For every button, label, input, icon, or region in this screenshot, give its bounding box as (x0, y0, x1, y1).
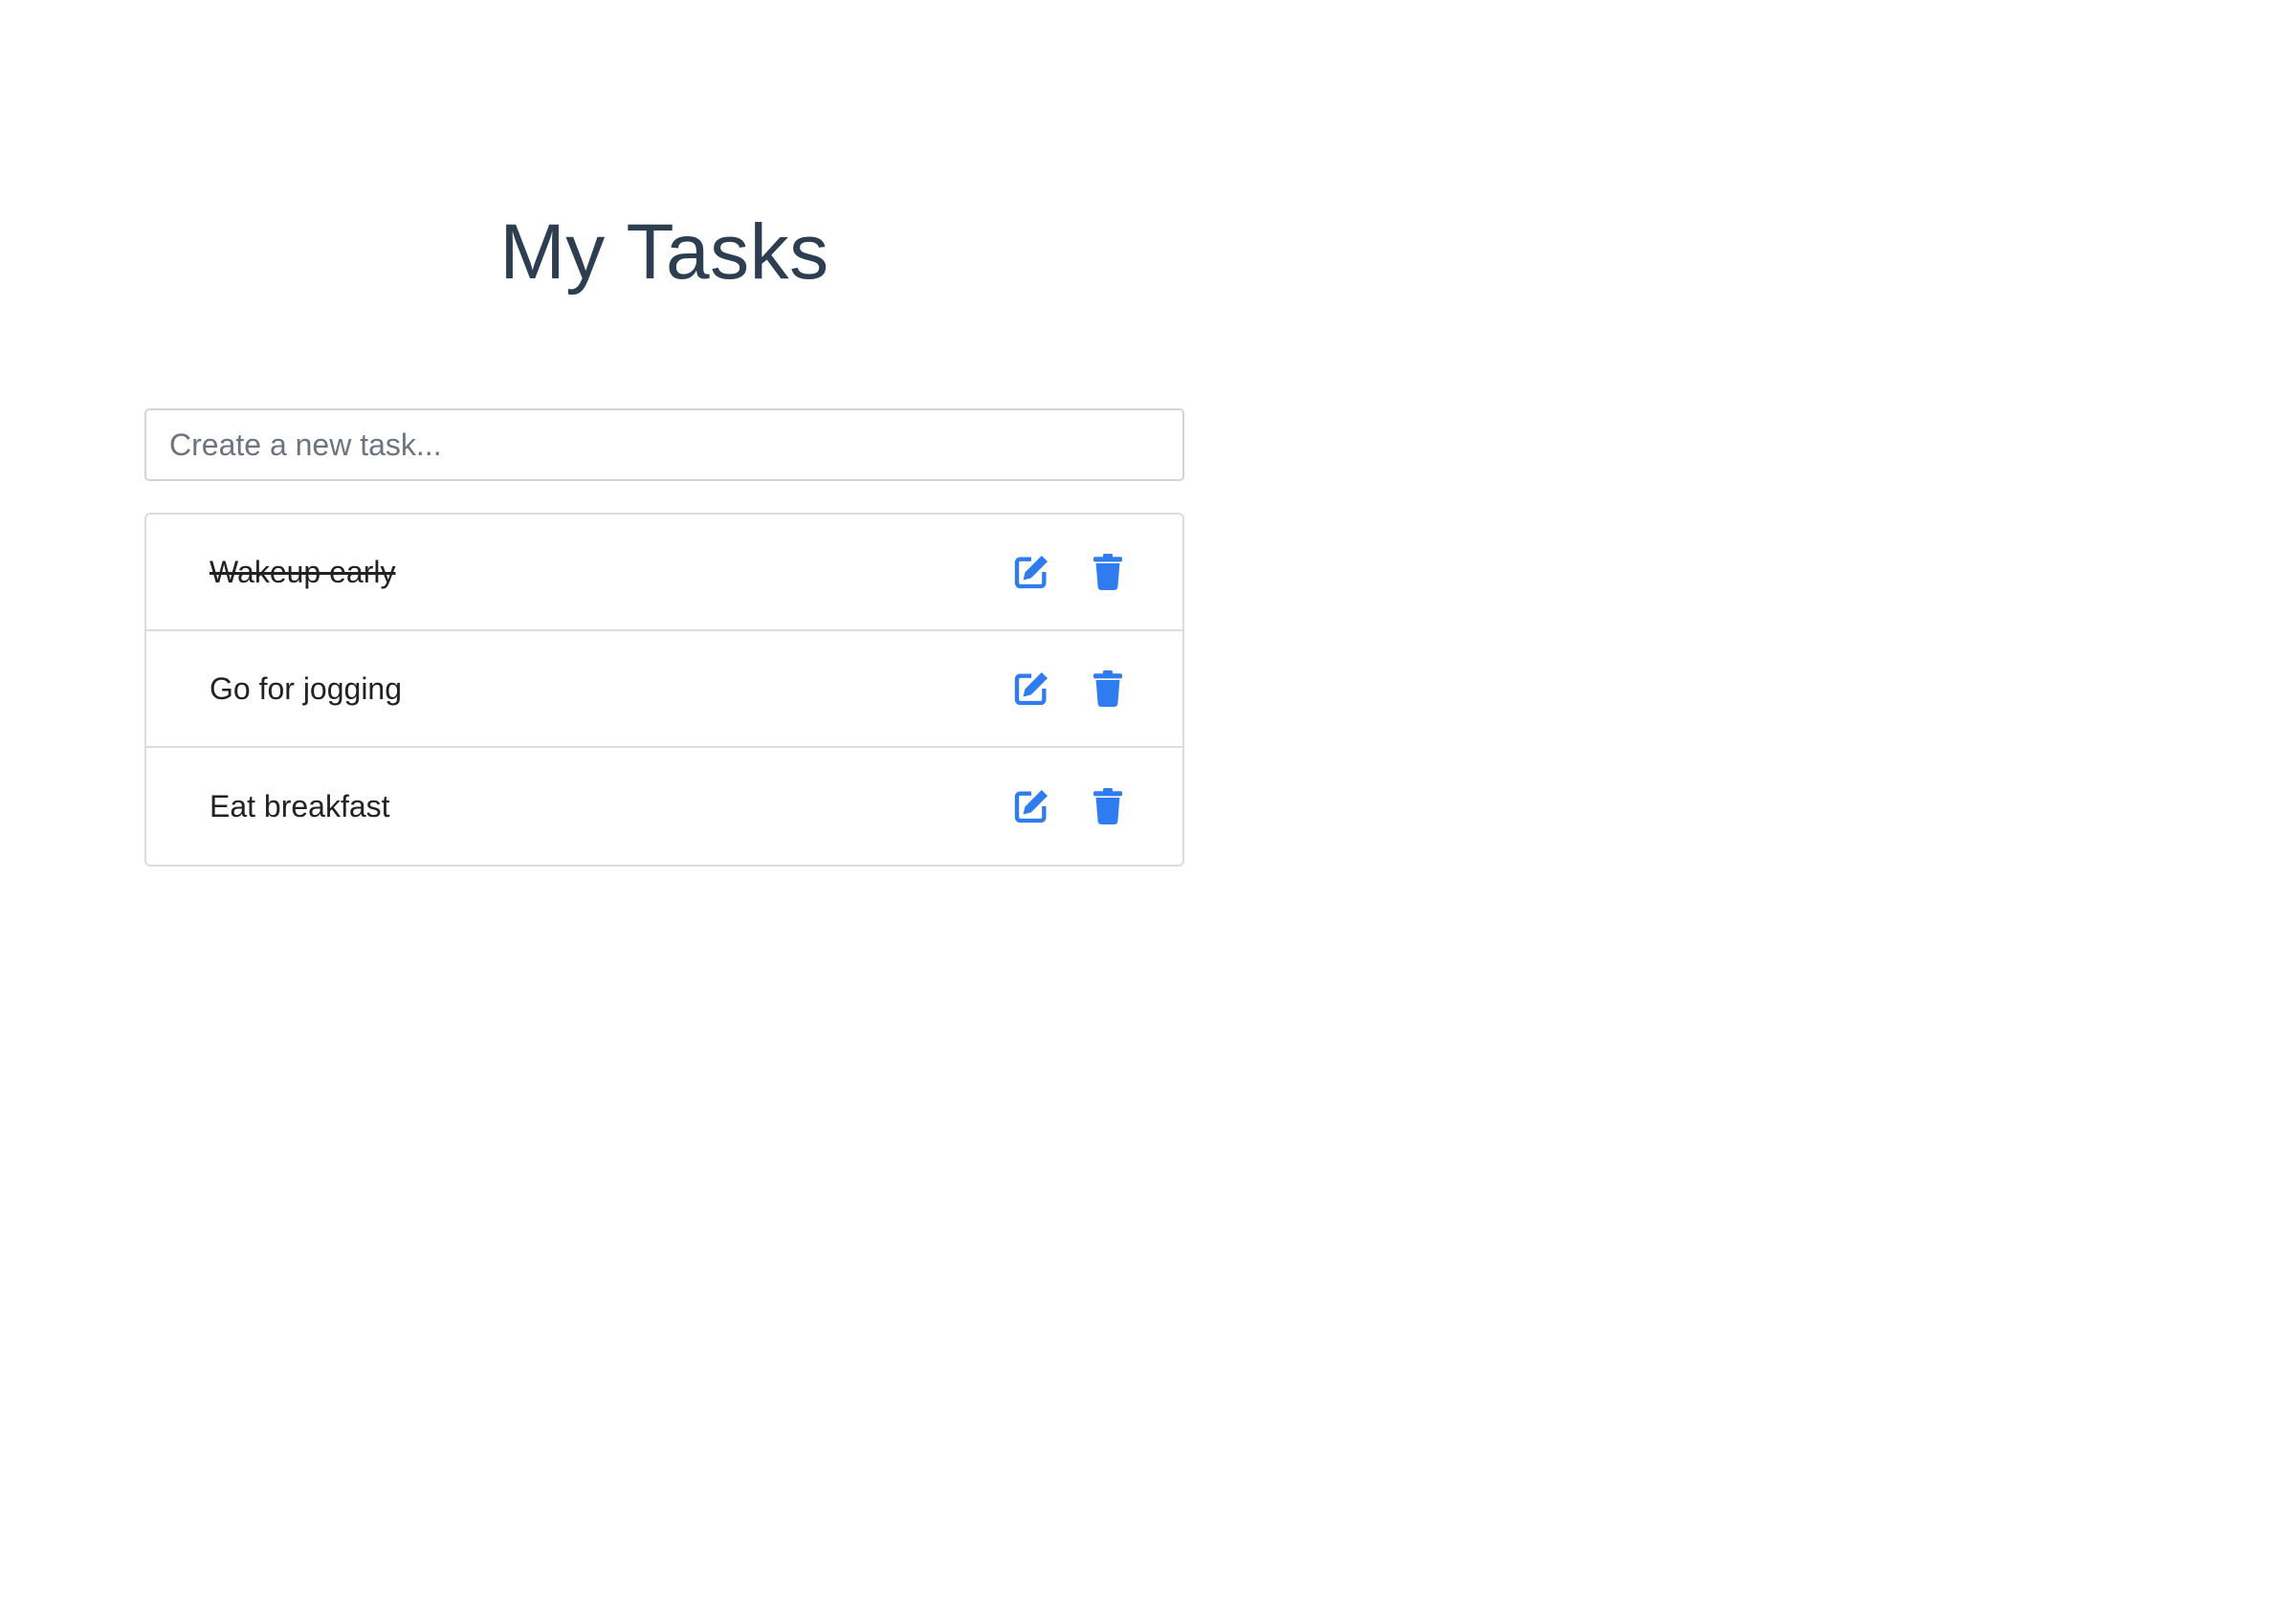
task-text[interactable]: Go for jogging (210, 671, 1010, 707)
edit-icon (1014, 556, 1048, 589)
trash-icon (1093, 554, 1122, 590)
edit-icon (1014, 672, 1048, 706)
trash-icon (1093, 788, 1122, 824)
page-title: My Tasks (499, 208, 829, 296)
task-text[interactable]: Wakeup early (210, 555, 1010, 590)
delete-task-button[interactable] (1087, 668, 1129, 710)
delete-task-button[interactable] (1087, 551, 1129, 593)
edit-icon (1014, 790, 1048, 823)
edit-task-button[interactable] (1010, 785, 1052, 827)
delete-task-button[interactable] (1087, 785, 1129, 827)
task-item: Go for jogging (146, 631, 1182, 748)
task-text[interactable]: Eat breakfast (210, 789, 1010, 824)
edit-task-button[interactable] (1010, 551, 1052, 593)
new-task-input[interactable] (144, 408, 1184, 481)
task-list: Wakeup early Go for jogging Eat breakfas… (144, 513, 1184, 867)
todo-app: My Tasks Wakeup early Go for jogging (144, 191, 1184, 867)
task-item: Eat breakfast (146, 748, 1182, 865)
edit-task-button[interactable] (1010, 668, 1052, 710)
task-item: Wakeup early (146, 515, 1182, 631)
trash-icon (1093, 670, 1122, 707)
